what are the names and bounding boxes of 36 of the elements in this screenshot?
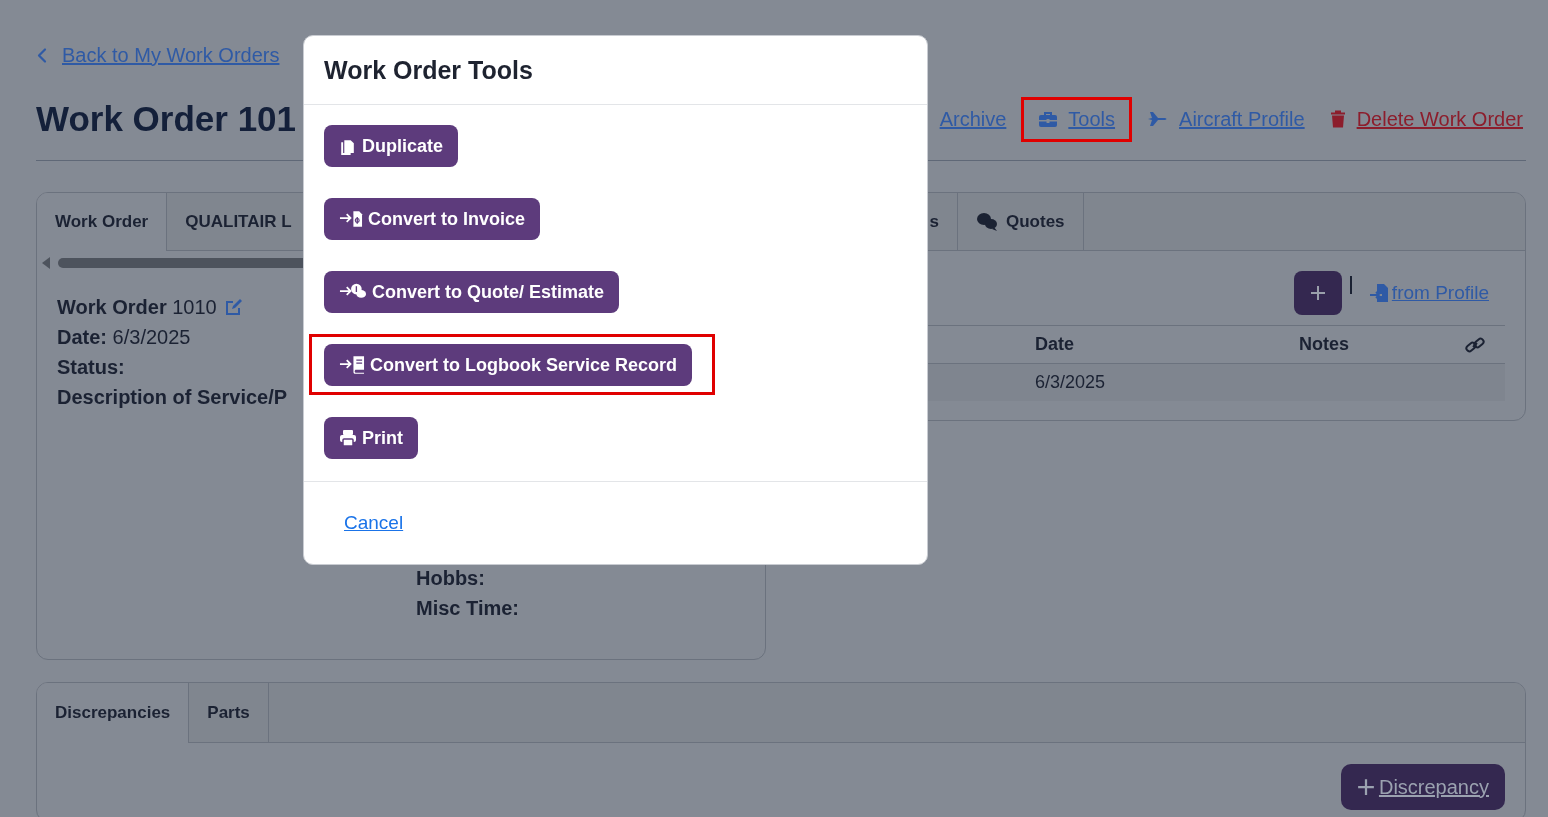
toolbox-icon: [1038, 110, 1059, 128]
arrow-file-icon: [339, 209, 363, 229]
column-header: Date: [1035, 334, 1075, 355]
table-cell-text: 6/3/2025: [1035, 372, 1107, 393]
tab[interactable]: Parts: [189, 683, 269, 742]
add-button[interactable]: [1293, 271, 1342, 315]
detail-line: Description of Service/P: [57, 385, 288, 410]
printer-icon: [339, 429, 357, 447]
file-import-icon: [1369, 283, 1390, 303]
tool-button[interactable]: Print: [324, 417, 418, 459]
add-discrepancy-button[interactable]: Discrepancy: [1340, 764, 1505, 810]
cancel-link[interactable]: Cancel: [344, 512, 404, 534]
copy-icon: [339, 137, 357, 155]
detail-line: Date: 6/3/2025: [57, 325, 191, 350]
detail-line: Status:: [57, 355, 125, 380]
arrow-book-icon: [339, 355, 365, 375]
dialog-title: Work Order Tools: [324, 55, 533, 85]
tab[interactable]: Quotes: [958, 193, 1084, 250]
tab[interactable]: Work Order: [37, 193, 168, 251]
tool-button[interactable]: Convert to Quote/ Estimate: [324, 271, 620, 313]
trash-icon: [1328, 109, 1347, 129]
field-label: Hobbs:: [416, 566, 485, 591]
page-title: Work Order 101: [36, 99, 297, 139]
tool-button[interactable]: Convert to Logbook Service Record: [324, 344, 693, 386]
delete-link[interactable]: Delete Work Order: [1356, 107, 1523, 131]
scroll-left-icon: [42, 257, 50, 269]
tool-button[interactable]: Convert to Invoice: [324, 198, 541, 240]
field-label: Misc Time:: [416, 596, 519, 621]
detail-line: Work Order 1010: [57, 295, 217, 320]
chevron-left-icon: [36, 46, 48, 64]
tab[interactable]: Discrepancies: [37, 683, 190, 743]
column-header: Notes: [1299, 334, 1350, 355]
tool-button[interactable]: Duplicate: [324, 125, 459, 167]
plus-icon: [1356, 778, 1375, 796]
link-icon: [1465, 334, 1485, 355]
plus-icon: [1309, 285, 1326, 301]
